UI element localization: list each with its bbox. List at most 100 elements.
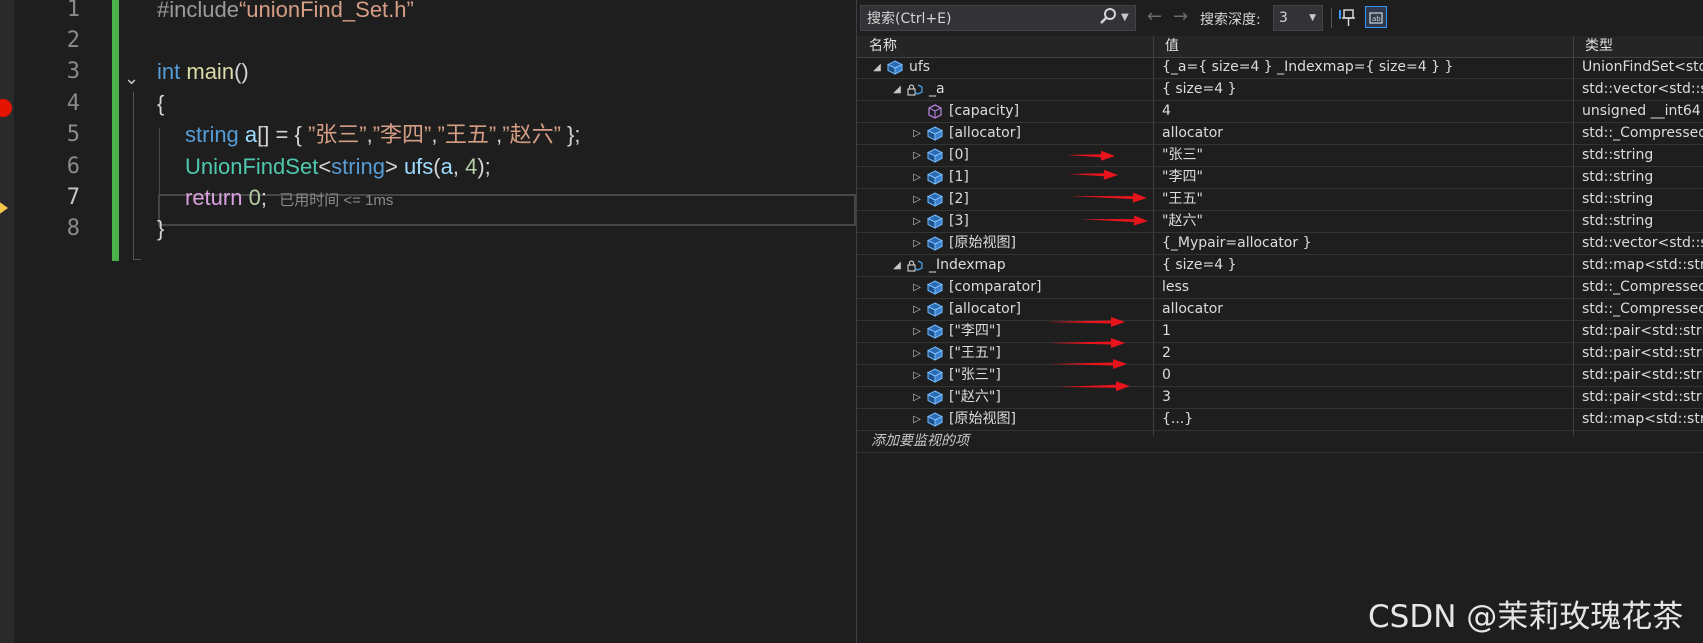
search-icon[interactable] [1099, 7, 1117, 25]
watch-row[interactable]: ◢ _Indexmap { size=4 } std::map<std::strin.… [857, 255, 1703, 277]
watch-row-name: [allocator] [949, 301, 1021, 317]
string-literal: ”王五” [437, 122, 497, 147]
watch-row-value[interactable]: "赵六" [1162, 211, 1547, 232]
object-icon [927, 236, 943, 251]
object-icon [927, 324, 943, 339]
watch-row-value[interactable]: 0 [1162, 365, 1547, 386]
hex-display-toggle-icon[interactable]: ab [1365, 6, 1387, 28]
watch-row[interactable]: ▷ ["王五"] 2 std::pair<std::string [857, 343, 1703, 365]
instruction-pointer-icon [0, 198, 8, 218]
code-editor[interactable]: 1 2 3 4 5 6 7 8 ⌄ #include“unionFind_Set… [0, 0, 856, 643]
expand-arrow-icon[interactable]: ▷ [911, 321, 923, 342]
fold-chevron-icon[interactable]: ⌄ [124, 68, 139, 89]
add-watch-item-placeholder[interactable]: 添加要监视的项 [871, 431, 969, 452]
watch-row-value[interactable]: {_a={ size=4 } _Indexmap={ size=4 } } [1162, 57, 1547, 78]
watch-row-value[interactable]: "李四" [1162, 167, 1547, 188]
watch-row-value[interactable]: allocator [1162, 299, 1547, 320]
expand-arrow-icon[interactable]: ▷ [911, 189, 923, 210]
watch-row-name: [2] [949, 191, 969, 207]
column-header-type[interactable]: 类型 [1573, 36, 1703, 57]
watch-row[interactable]: ▷ [0] "张三" std::string [857, 145, 1703, 167]
fold-guide-end [133, 259, 141, 260]
search-forward-arrow-icon[interactable]: → [1173, 6, 1188, 27]
code-line-4[interactable]: { [157, 87, 164, 120]
watch-row-value[interactable]: { size=4 } [1162, 79, 1547, 100]
watch-row-value[interactable]: "张三" [1162, 145, 1547, 166]
watch-column-header: 名称 值 类型 [857, 36, 1703, 58]
watch-row[interactable]: ▷ [1] "李四" std::string [857, 167, 1703, 189]
watch-row[interactable]: [capacity] 4 unsigned __int64 [857, 101, 1703, 123]
watch-row-name: ufs [909, 59, 931, 75]
watch-row[interactable]: ▷ [2] "王五" std::string [857, 189, 1703, 211]
collapse-arrow-icon[interactable]: ◢ [891, 255, 903, 276]
watch-row-value[interactable]: 3 [1162, 387, 1547, 408]
expand-arrow-icon[interactable]: ▷ [911, 299, 923, 320]
watch-row-value[interactable]: 2 [1162, 343, 1547, 364]
code-line-3[interactable]: int main() [157, 55, 249, 88]
expand-arrow-icon[interactable]: ▷ [911, 409, 923, 430]
watch-row-name: ["赵六"] [949, 389, 1001, 405]
pin-icon[interactable] [1338, 7, 1358, 29]
expand-arrow-icon[interactable]: ▷ [911, 123, 923, 144]
watch-row[interactable]: ▷ ["赵六"] 3 std::pair<std::string [857, 387, 1703, 409]
line-number: 1 [66, 0, 80, 22]
csdn-watermark: CSDN @茉莉玫瑰花茶 [1368, 599, 1684, 635]
object-icon [927, 302, 943, 317]
code-line-5[interactable]: string a[] = { ”张三”,”李四”,”王五”,”赵六” }; [185, 118, 581, 151]
watch-row-value[interactable]: 1 [1162, 321, 1547, 342]
watch-row[interactable]: ▷ [comparator] less std::_Compressed_... [857, 277, 1703, 299]
watch-row[interactable]: ▷ [原始视图] {_Mypair=allocator } std::vector<s… [857, 233, 1703, 255]
search-input[interactable]: 搜索(Ctrl+E) [860, 5, 1136, 31]
column-header-name[interactable]: 名称 [857, 36, 1153, 57]
watch-row-type: std::string [1582, 191, 1654, 207]
column-header-value[interactable]: 值 [1153, 36, 1573, 57]
watch-row-type: std::_Compressed_... [1582, 301, 1703, 317]
keyword: int [157, 59, 181, 84]
watch-row[interactable]: ▷ [allocator] allocator std::_Compressed_..… [857, 299, 1703, 321]
code-line-8[interactable]: } [157, 212, 164, 245]
expand-arrow-icon[interactable]: ▷ [911, 387, 923, 408]
line-number: 8 [66, 216, 80, 241]
collapse-arrow-icon[interactable]: ◢ [871, 57, 883, 78]
expand-arrow-icon[interactable]: ▷ [911, 365, 923, 386]
expand-arrow-icon[interactable]: ▷ [911, 145, 923, 166]
code-line-6[interactable]: UnionFindSet<string> ufs(a, 4); [185, 150, 491, 183]
watch-row[interactable]: ◢ ufs {_a={ size=4 } _Indexmap={ size=4 } … [857, 57, 1703, 79]
search-options-dropdown[interactable]: ▼ [1121, 5, 1129, 31]
watch-row[interactable]: ▷ ["张三"] 0 std::pair<std::string [857, 365, 1703, 387]
property-cube-icon [928, 104, 942, 119]
breakpoint-gutter[interactable] [0, 0, 14, 643]
search-depth-select[interactable]: 3 ▼ [1273, 5, 1323, 31]
watch-row-value[interactable]: "王五" [1162, 189, 1547, 210]
watch-row-value[interactable]: allocator [1162, 123, 1547, 144]
line-number: 2 [66, 28, 80, 53]
watch-row-type: UnionFindSet<std::... [1582, 59, 1703, 75]
expand-arrow-icon[interactable]: ▷ [911, 211, 923, 232]
add-watch-item-row[interactable]: 添加要监视的项 [857, 431, 1703, 453]
watch-row-type: std::pair<std::string [1582, 323, 1703, 339]
watch-row-value[interactable]: {_Mypair=allocator } [1162, 233, 1547, 254]
watch-row[interactable]: ◢ _a { size=4 } std::vector<std::stri... [857, 79, 1703, 101]
watch-row[interactable]: ▷ [allocator] allocator std::_Compressed_..… [857, 123, 1703, 145]
watch-row[interactable]: ▷ [3] "赵六" std::string [857, 211, 1703, 233]
watch-row-value[interactable]: {...} [1162, 409, 1547, 430]
watch-row-value[interactable]: less [1162, 277, 1547, 298]
expand-arrow-icon[interactable]: ▷ [911, 277, 923, 298]
object-icon [927, 192, 943, 207]
watch-row-value[interactable]: { size=4 } [1162, 255, 1547, 276]
object-icon [927, 412, 943, 427]
class-name: UnionFindSet [185, 154, 319, 179]
search-back-arrow-icon[interactable]: ← [1147, 6, 1162, 27]
expand-arrow-icon[interactable]: ▷ [911, 167, 923, 188]
watch-row-type: std::string [1582, 169, 1654, 185]
watch-row-value[interactable]: 4 [1162, 101, 1547, 122]
watch-row[interactable]: ▷ ["李四"] 1 std::pair<std::string [857, 321, 1703, 343]
code-line-7[interactable]: return 0; 已用时间 <= 1ms [185, 181, 393, 217]
collapse-arrow-icon[interactable]: ◢ [891, 79, 903, 100]
line-number: 4 [66, 91, 80, 116]
expand-arrow-icon[interactable]: ▷ [911, 233, 923, 254]
code-line-1[interactable]: #include“unionFind_Set.h” [157, 0, 414, 26]
expand-arrow-icon[interactable]: ▷ [911, 343, 923, 364]
include-path: “unionFind_Set.h” [238, 0, 414, 22]
watch-row[interactable]: ▷ [原始视图] {...} std::map<std::strin... [857, 409, 1703, 431]
